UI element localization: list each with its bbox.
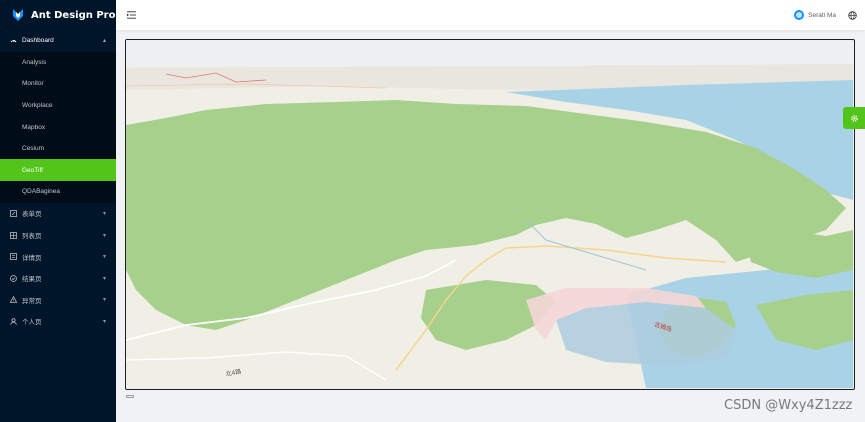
user-icon	[10, 318, 17, 325]
sidebar-item-label: Analysis	[22, 58, 47, 66]
avatar[interactable]	[794, 10, 805, 20]
settings-drawer-handle[interactable]	[843, 107, 865, 129]
sidebar-item-label: Workplace	[22, 101, 53, 109]
menu-profile[interactable]: 详情页 ▾	[0, 246, 116, 268]
sidebar-item-mapbox[interactable]: Mapbox	[0, 116, 116, 138]
sidebar-item-label: Monitor	[22, 80, 44, 88]
sidebar-item-label: Cesium	[22, 145, 45, 153]
sidebar-item-monitor[interactable]: Monitor	[0, 73, 116, 95]
menu-list-label: 列表页	[22, 233, 42, 241]
scale-indicator	[126, 395, 134, 398]
dashboard-submenu: Analysis Monitor Workplace Mapbox Cesium…	[0, 51, 116, 203]
geotiff-map[interactable]: 吉姆岛 北4路	[125, 39, 855, 390]
menu-exception[interactable]: 异常页 ▾	[0, 289, 116, 311]
chevron-down-icon: ▾	[102, 232, 106, 239]
form-icon	[10, 210, 17, 217]
menu-dashboard: Dashboard ▴ Analysis Monitor Workplace M…	[0, 30, 116, 203]
sidebar: Ant Design Pro Dashboard ▴ Analysis Moni…	[0, 0, 116, 422]
profile-icon	[10, 253, 17, 261]
menu-form[interactable]: 表单页 ▾	[0, 203, 116, 225]
globe-icon[interactable]	[848, 10, 857, 20]
sidebar-item-cesium[interactable]: Cesium	[0, 138, 116, 160]
chevron-down-icon: ▾	[102, 254, 106, 261]
menu-list[interactable]: 列表页 ▾	[0, 224, 116, 246]
sidebar-item-workplace[interactable]: Workplace	[0, 95, 116, 117]
gear-icon	[850, 114, 858, 122]
menu-profile-label: 详情页	[22, 254, 42, 262]
map-canvas: 吉姆岛 北4路	[126, 40, 853, 388]
sidebar-item-label: QDABaginea	[22, 188, 60, 196]
sidebar-item-analysis[interactable]: Analysis	[0, 52, 116, 74]
chevron-down-icon: ▾	[102, 210, 106, 217]
watermark: CSDN @Wxy4Z1zzz	[724, 398, 853, 413]
dashboard-icon	[10, 37, 17, 44]
menu-account-label: 个人页	[22, 319, 42, 327]
app-title: Ant Design Pro	[31, 9, 116, 21]
username[interactable]: Serati Ma	[808, 12, 836, 19]
menu-result[interactable]: 结果页 ▾	[0, 267, 116, 289]
sidebar-item-qdabaginea[interactable]: QDABaginea	[0, 181, 116, 203]
sidebar-item-geotiff[interactable]: GeoTiff	[0, 159, 116, 182]
warning-icon	[10, 296, 17, 304]
logo-icon	[13, 9, 23, 21]
global-header: Serati Ma	[116, 0, 865, 30]
chevron-up-icon: ▴	[102, 38, 106, 45]
menu-form-label: 表单页	[22, 211, 42, 219]
sidebar-item-label: Mapbox	[22, 123, 46, 131]
chevron-down-icon: ▾	[102, 318, 106, 325]
logo[interactable]: Ant Design Pro	[0, 0, 116, 30]
menu-dashboard-title[interactable]: Dashboard ▴	[0, 30, 116, 52]
chevron-down-icon: ▾	[102, 275, 106, 282]
table-icon	[10, 231, 17, 239]
menu-fold-icon[interactable]	[126, 10, 136, 20]
menu-exception-label: 异常页	[22, 297, 42, 305]
header-right: Serati Ma	[794, 10, 865, 20]
chevron-down-icon: ▾	[102, 297, 106, 304]
menu-dashboard-label: Dashboard	[22, 37, 54, 45]
menu-result-label: 结果页	[22, 276, 42, 284]
sidebar-item-label: GeoTiff	[22, 166, 43, 174]
check-circle-icon	[10, 274, 17, 282]
menu-account[interactable]: 个人页 ▾	[0, 311, 116, 333]
